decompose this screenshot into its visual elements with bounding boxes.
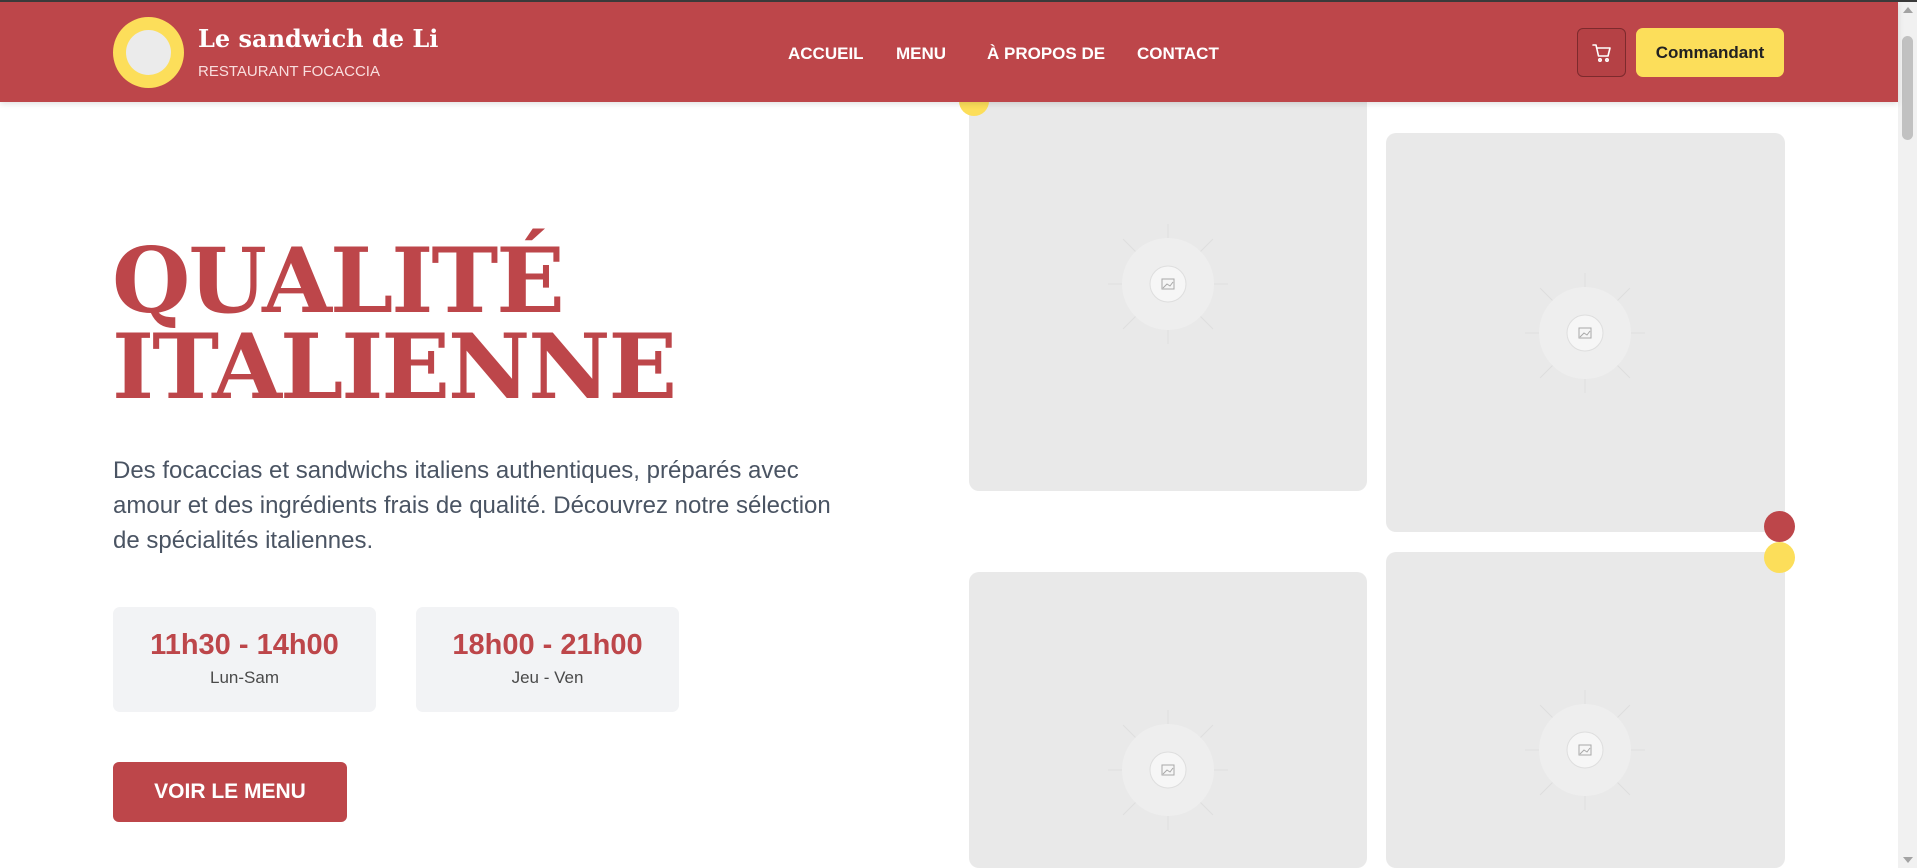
hero-title-line-1: QUALITÉ <box>112 228 565 334</box>
decorative-dot-yellow <box>1764 542 1795 573</box>
gallery-image-3 <box>969 572 1367 868</box>
window-top-border <box>0 0 1917 2</box>
scrollbar-thumb[interactable] <box>1902 36 1913 140</box>
image-placeholder-icon <box>1108 224 1228 344</box>
hero-description: Des focaccias et sandwichs italiens auth… <box>113 457 831 554</box>
hours-card-dinner: 18h00 - 21h00 Jeu - Ven <box>416 607 679 712</box>
image-placeholder-icon <box>1525 273 1645 393</box>
nav-item-contact[interactable]: CONTACT <box>1137 44 1219 64</box>
gallery-image-4 <box>1386 552 1785 868</box>
hours-time: 18h00 - 21h00 <box>452 629 643 661</box>
image-placeholder-icon <box>1525 690 1645 810</box>
view-menu-button[interactable]: VOIR LE MENU <box>113 762 347 822</box>
image-placeholder-icon <box>1108 710 1228 830</box>
order-button[interactable]: Commandant <box>1636 28 1784 77</box>
scroll-up-arrow-icon[interactable] <box>1903 7 1913 13</box>
hours-days: Jeu - Ven <box>511 668 584 687</box>
nav-item-menu[interactable]: MENU <box>896 44 946 64</box>
gallery-image-2 <box>1386 133 1785 532</box>
nav-item-accueil[interactable]: ACCUEIL <box>788 44 864 64</box>
hero-title-line-2: ITALIENNE <box>112 314 677 420</box>
hours-days: Lun-Sam <box>210 668 279 687</box>
decorative-dot-red <box>1764 511 1795 542</box>
hours-card-lunch: 11h30 - 14h00 Lun-Sam <box>113 607 376 712</box>
hours-time: 11h30 - 14h00 <box>150 629 339 661</box>
shopping-cart-icon <box>1592 44 1611 63</box>
brand-name[interactable]: Le sandwich de Li <box>198 24 438 53</box>
gallery-image-1 <box>969 91 1367 491</box>
vertical-scrollbar[interactable] <box>1898 2 1917 868</box>
logo-icon[interactable] <box>113 17 184 88</box>
site-header: Le sandwich de Li RESTAURANT FOCACCIA AC… <box>0 2 1898 102</box>
cart-button[interactable] <box>1577 28 1626 77</box>
nav-item-a-propos[interactable]: À PROPOS DE <box>987 44 1105 64</box>
scroll-down-arrow-icon[interactable] <box>1903 857 1913 863</box>
brand-subtitle: RESTAURANT FOCACCIA <box>198 63 380 80</box>
hero-title: QUALITÉ ITALIENNE <box>112 228 677 420</box>
logo-placeholder <box>126 30 171 75</box>
